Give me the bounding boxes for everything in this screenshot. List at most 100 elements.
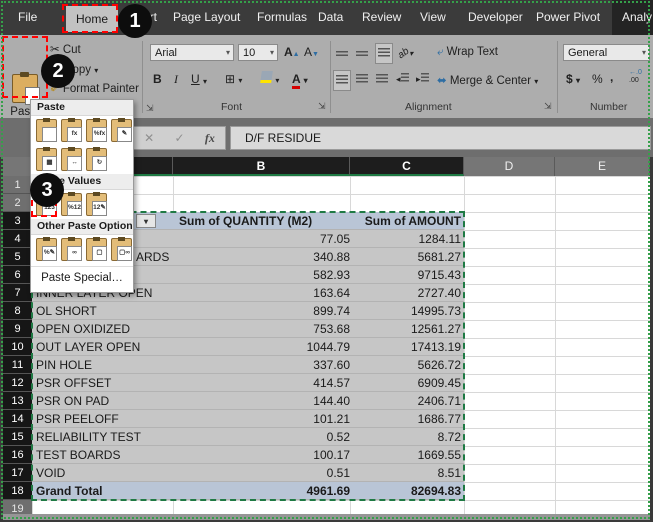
- font-color-button[interactable]: A ▾: [292, 71, 308, 89]
- tab-view[interactable]: View: [420, 0, 446, 35]
- italic-button[interactable]: I: [174, 71, 178, 88]
- column-header-c[interactable]: C: [350, 157, 464, 176]
- icon-glyph: [42, 127, 57, 142]
- align-bottom-button[interactable]: [376, 44, 392, 63]
- underline-dropdown[interactable]: ▾: [203, 73, 207, 90]
- borders-button[interactable]: ⊞ ▾: [225, 71, 242, 89]
- insert-function-icon[interactable]: fx: [205, 131, 215, 146]
- row-header-2[interactable]: 2: [3, 194, 32, 212]
- row-header-18[interactable]: 18: [3, 482, 32, 500]
- paste-option-no-borders-icon[interactable]: ▦: [36, 148, 57, 171]
- font-dialog-launcher[interactable]: ⇲: [318, 101, 326, 112]
- fill-color-icon: [260, 71, 273, 83]
- row-header-1[interactable]: 1: [3, 176, 32, 194]
- paste-option-paste-formulas-icon[interactable]: fx: [61, 119, 82, 142]
- align-center-button[interactable]: [356, 71, 368, 88]
- paste-special-item[interactable]: Paste Special…: [31, 266, 133, 284]
- decrease-indent-button[interactable]: ◂: [396, 71, 409, 88]
- paste-option-values-number-formatting-icon[interactable]: %12: [61, 193, 82, 216]
- align-right-button[interactable]: [376, 71, 388, 88]
- increase-indent-button[interactable]: ▸: [416, 71, 429, 88]
- percent-style-button[interactable]: %: [592, 71, 603, 88]
- row-header-16[interactable]: 16: [3, 446, 32, 464]
- paste-option-values-source-formatting-icon[interactable]: 12✎: [86, 193, 107, 216]
- tab-formulas[interactable]: Formulas: [257, 0, 307, 35]
- increase-decimal-button[interactable]: ←.0.00: [629, 69, 642, 85]
- icon-glyph: %✎: [42, 246, 57, 261]
- formula-bar-input[interactable]: D/F RESIDUE: [230, 126, 651, 150]
- row-header-10[interactable]: 10: [3, 338, 32, 356]
- icon-glyph: %fx: [92, 127, 107, 142]
- clipboard-dialog-launcher[interactable]: ⇲: [146, 103, 154, 114]
- step-badge-1: 1: [118, 4, 152, 38]
- row-header-19[interactable]: 19: [3, 500, 32, 514]
- tab-developer[interactable]: Developer: [468, 0, 523, 35]
- paste-option-keep-source-formatting-icon[interactable]: ✎: [111, 119, 132, 142]
- row-header-7[interactable]: 7: [3, 284, 32, 302]
- tab-file[interactable]: File: [18, 0, 37, 35]
- icon-glyph: ↔: [67, 156, 82, 171]
- paste-option-linked-picture-icon[interactable]: ▢∞: [111, 238, 132, 261]
- menu-icon-row: %✎ ∞ ▢ ▢∞: [31, 235, 133, 264]
- paste-option-picture-icon[interactable]: ▢: [86, 238, 107, 261]
- font-group-label: Font: [221, 101, 242, 113]
- bold-button[interactable]: B: [153, 71, 162, 88]
- column-header-b[interactable]: B: [173, 157, 350, 176]
- wrap-text-button[interactable]: ⤶ Wrap Text: [437, 46, 498, 59]
- tab-analy[interactable]: Analy: [622, 0, 652, 35]
- shrink-font-button[interactable]: A▼: [304, 44, 319, 63]
- icon-glyph: ▢∞: [117, 246, 132, 261]
- row-header-9[interactable]: 9: [3, 320, 32, 338]
- icon-glyph: ✎: [117, 127, 132, 142]
- paste-option-formulas-number-formatting-icon[interactable]: %fx: [86, 119, 107, 142]
- enter-icon[interactable]: ✓: [174, 131, 184, 145]
- alignment-dialog-launcher[interactable]: ⇲: [544, 101, 552, 112]
- fill-color-button[interactable]: ▾: [261, 71, 279, 89]
- orientation-button[interactable]: ab▾: [398, 44, 413, 62]
- row-header-5[interactable]: 5: [3, 248, 32, 266]
- row-header-13[interactable]: 13: [3, 392, 32, 410]
- row-header-4[interactable]: 4: [3, 230, 32, 248]
- row-header-3[interactable]: 3: [3, 212, 32, 230]
- align-middle-button[interactable]: [356, 46, 368, 63]
- paste-option-formatting-icon[interactable]: %✎: [36, 238, 57, 261]
- comma-style-button[interactable]: ,: [610, 69, 613, 86]
- alignment-group-label: Alignment: [405, 101, 452, 113]
- row-header-17[interactable]: 17: [3, 464, 32, 482]
- row-header-15[interactable]: 15: [3, 428, 32, 446]
- row-header-8[interactable]: 8: [3, 302, 32, 320]
- tab-page-layout[interactable]: Page Layout: [173, 0, 240, 35]
- gridline: [555, 176, 556, 514]
- column-header-d[interactable]: D: [464, 157, 555, 176]
- menu-section-paste: Paste: [31, 100, 133, 116]
- paste-option-transpose-icon[interactable]: ↻: [86, 148, 107, 171]
- font-size-combo[interactable]: 10▾: [238, 44, 278, 61]
- tab-review[interactable]: Review: [362, 0, 401, 35]
- row-header-6[interactable]: 6: [3, 266, 32, 284]
- merge-center-button[interactable]: ⬌ Merge & Center ▾: [437, 73, 538, 87]
- paste-option-paste-link-icon[interactable]: ∞: [61, 238, 82, 261]
- paste-option-keep-source-column-widths-icon[interactable]: ↔: [61, 148, 82, 171]
- tab-data[interactable]: Data: [318, 0, 343, 35]
- number-format-combo[interactable]: General▾: [563, 44, 650, 61]
- menu-icon-row: fx %fx ✎: [31, 116, 133, 145]
- icon-glyph: ▢: [92, 246, 107, 261]
- align-left-button[interactable]: [334, 71, 350, 90]
- paste-option-paste-icon[interactable]: [36, 119, 57, 142]
- row-header-12[interactable]: 12: [3, 374, 32, 392]
- grow-font-button[interactable]: A▲: [284, 44, 300, 63]
- step-badge-3: 3: [30, 173, 64, 207]
- column-header-e[interactable]: E: [555, 157, 650, 176]
- align-top-button[interactable]: [336, 44, 348, 61]
- highlight-home-tab: [62, 4, 118, 33]
- menu-icon-row: ▦ ↔ ↻: [31, 145, 133, 174]
- row-header-14[interactable]: 14: [3, 410, 32, 428]
- font-name-combo[interactable]: Arial▾: [150, 44, 234, 61]
- accounting-format-button[interactable]: $ ▾: [566, 71, 580, 89]
- excel-window: { "tabs": { "items": ["File","Home","Ins…: [0, 0, 653, 522]
- select-all-corner[interactable]: [3, 157, 32, 176]
- tab-power-pivot[interactable]: Power Pivot: [536, 0, 600, 35]
- cancel-icon[interactable]: ✕: [144, 131, 154, 145]
- underline-button[interactable]: U: [191, 71, 200, 88]
- row-header-11[interactable]: 11: [3, 356, 32, 374]
